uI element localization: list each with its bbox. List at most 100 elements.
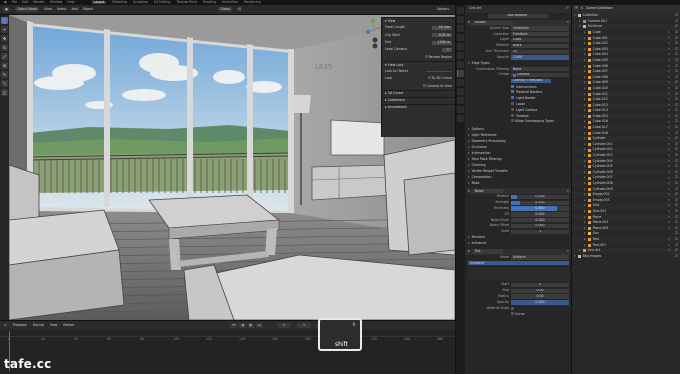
- allow-overlapping-checkbox[interactable]: Allow Overlapping Types: [511, 119, 554, 123]
- expand-arrow-icon[interactable]: ▸: [584, 36, 586, 40]
- expand-arrow-icon[interactable]: ▸: [584, 30, 586, 34]
- visibility-checkbox-icon[interactable]: ☑: [675, 220, 678, 224]
- edge-type-checkbox[interactable]: Shadow: [511, 113, 529, 118]
- select-box-icon[interactable]: ▢: [1, 17, 8, 24]
- tint-row-field[interactable]: 0.00: [511, 294, 569, 299]
- n-panel-section-collections[interactable]: ▸ Collections: [382, 96, 455, 104]
- noise-row-slider[interactable]: 0.800: [511, 206, 569, 211]
- move-icon[interactable]: ✥: [1, 35, 8, 42]
- expand-arrow-icon[interactable]: ▸: [584, 192, 586, 196]
- visibility-checkbox-icon[interactable]: ☑: [675, 243, 678, 247]
- visibility-checkbox-icon[interactable]: ☑: [675, 58, 678, 62]
- expand-arrow-icon[interactable]: ▸: [584, 81, 586, 84]
- noise-close-icon[interactable]: ✕: [566, 189, 569, 193]
- pin-icon[interactable]: 📌︎: [565, 7, 569, 10]
- visibility-checkbox-icon[interactable]: ☑: [675, 232, 678, 235]
- expand-arrow-icon[interactable]: ▸: [584, 53, 586, 56]
- timeline-menu-marker[interactable]: Marker: [63, 323, 74, 327]
- expand-arrow-icon[interactable]: ▸: [584, 226, 586, 230]
- menu-edit[interactable]: Edit: [22, 0, 28, 4]
- play-icon[interactable]: ▶: [247, 322, 255, 329]
- visibility-checkbox-icon[interactable]: ☑: [675, 92, 678, 96]
- world-tab-icon[interactable]: [457, 52, 464, 59]
- constraints-tab-icon[interactable]: [457, 97, 464, 104]
- expand-arrow-icon[interactable]: ▸: [584, 41, 586, 45]
- visibility-checkbox-icon[interactable]: ☑: [675, 165, 678, 168]
- curve-checkbox[interactable]: Curve: [511, 311, 524, 316]
- tint-close-icon[interactable]: ✕: [566, 249, 569, 253]
- visibility-checkbox-icon[interactable]: ☑: [675, 137, 678, 140]
- expand-arrow-icon[interactable]: ▾: [574, 254, 576, 258]
- visibility-checkbox-icon[interactable]: ☑: [675, 142, 678, 146]
- expand-arrow-icon[interactable]: ▸: [584, 97, 586, 101]
- edge-type-checkbox[interactable]: Loose: [511, 101, 525, 106]
- workspace-tab-modeling[interactable]: Modeling: [112, 0, 127, 4]
- visibility-checkbox-icon[interactable]: ☑: [675, 86, 678, 90]
- workspace-tab-rendering[interactable]: Rendering: [244, 0, 260, 4]
- current-frame-field[interactable]: 1: [277, 322, 292, 329]
- physics-tab-icon[interactable]: [457, 88, 464, 95]
- section-bake[interactable]: ▸ Bake: [466, 180, 571, 186]
- visibility-checkbox-icon[interactable]: ☑: [675, 41, 678, 45]
- expand-arrow-icon[interactable]: ▸: [584, 187, 586, 191]
- expand-arrow-icon[interactable]: ▸: [584, 209, 586, 213]
- add-cube-icon[interactable]: ◫: [1, 89, 8, 96]
- visibility-checkbox-icon[interactable]: ☑: [675, 131, 678, 135]
- visibility-checkbox-icon[interactable]: ☑: [675, 114, 678, 118]
- noise-row-slider[interactable]: 0.000: [511, 223, 569, 229]
- viewport-menu-object[interactable]: Object: [83, 7, 93, 11]
- viewport-menu-add[interactable]: Add: [72, 7, 78, 11]
- opacity-field[interactable]: 1.000: [511, 55, 569, 60]
- menu-window[interactable]: Window: [50, 0, 63, 4]
- menu-file[interactable]: File: [12, 0, 17, 4]
- contour-threshold-button[interactable]: Contour Threshold: [511, 78, 551, 84]
- expand-arrow-icon[interactable]: ▸: [584, 198, 586, 202]
- expand-arrow-icon[interactable]: ▸: [584, 237, 586, 241]
- expand-arrow-icon[interactable]: ▸: [584, 153, 586, 157]
- visibility-checkbox-icon[interactable]: ☑: [675, 198, 678, 202]
- expand-arrow-icon[interactable]: ▸: [584, 47, 586, 51]
- outliner-item[interactable]: ▾ Bkg Images ☑: [572, 254, 680, 260]
- focal-length-field[interactable]: 50 mm: [432, 26, 452, 30]
- tint-modifier-name[interactable]: Tint: [472, 249, 503, 254]
- mode-dropdown[interactable]: Object Mode: [15, 6, 40, 13]
- visibility-checkbox-icon[interactable]: ☑: [675, 170, 678, 174]
- expand-arrow-icon[interactable]: ▸: [584, 215, 586, 219]
- modifier-close-icon[interactable]: ✕: [566, 20, 569, 24]
- tint-row-field[interactable]: 0: [511, 282, 569, 288]
- n-panel-view-header[interactable]: ▾ View: [382, 17, 455, 25]
- expand-arrow-icon[interactable]: ▸: [584, 159, 586, 163]
- edge-type-checkbox[interactable]: Material Borders: [511, 90, 542, 94]
- expand-arrow-icon[interactable]: ▸: [584, 137, 586, 140]
- expand-arrow-icon[interactable]: ▾: [574, 13, 576, 17]
- expand-arrow-icon[interactable]: ▸: [584, 75, 586, 79]
- expand-arrow-icon[interactable]: ▸: [584, 114, 586, 118]
- visibility-checkbox-icon[interactable]: ☑: [675, 248, 678, 252]
- modifier-collapse-icon[interactable]: ▾: [466, 20, 470, 24]
- editor-type-icon[interactable]: ▣: [3, 6, 11, 13]
- expand-arrow-icon[interactable]: ▸: [584, 243, 586, 247]
- cursor-icon[interactable]: +: [1, 26, 8, 33]
- visibility-checkbox-icon[interactable]: ☑: [675, 187, 678, 191]
- visibility-checkbox-icon[interactable]: ☑: [675, 176, 678, 179]
- visibility-checkbox-icon[interactable]: ☑: [675, 192, 678, 196]
- snap-icon[interactable]: 🧲︎: [237, 7, 241, 11]
- expand-arrow-icon[interactable]: ▸: [584, 176, 586, 179]
- visibility-checkbox-icon[interactable]: ☑: [675, 69, 678, 73]
- noise-row-slider[interactable]: 1: [511, 229, 569, 234]
- visibility-checkbox-icon[interactable]: ☑: [675, 13, 678, 17]
- noise-modifier-name[interactable]: Noise: [472, 189, 503, 194]
- gradient-bar[interactable]: Gradient: [468, 261, 569, 266]
- tint-row-field[interactable]: 0.000: [511, 300, 569, 305]
- jump-end-icon[interactable]: ⏭: [256, 322, 264, 329]
- visibility-checkbox-icon[interactable]: ☑: [675, 153, 678, 157]
- expand-arrow-icon[interactable]: ▸: [584, 109, 586, 112]
- workspace-tab-layout[interactable]: Layout: [91, 0, 107, 5]
- layer-field[interactable]: Lines: [511, 37, 569, 43]
- expand-arrow-icon[interactable]: ▸: [584, 125, 586, 129]
- modifier-name-field[interactable]: Lineart: [472, 20, 513, 25]
- transform-icon[interactable]: ⊞: [1, 62, 8, 69]
- viewport-menu-select[interactable]: Select: [57, 7, 67, 11]
- expand-arrow-icon[interactable]: ▸: [584, 232, 586, 235]
- noise-collapse-icon[interactable]: ▾: [466, 189, 470, 193]
